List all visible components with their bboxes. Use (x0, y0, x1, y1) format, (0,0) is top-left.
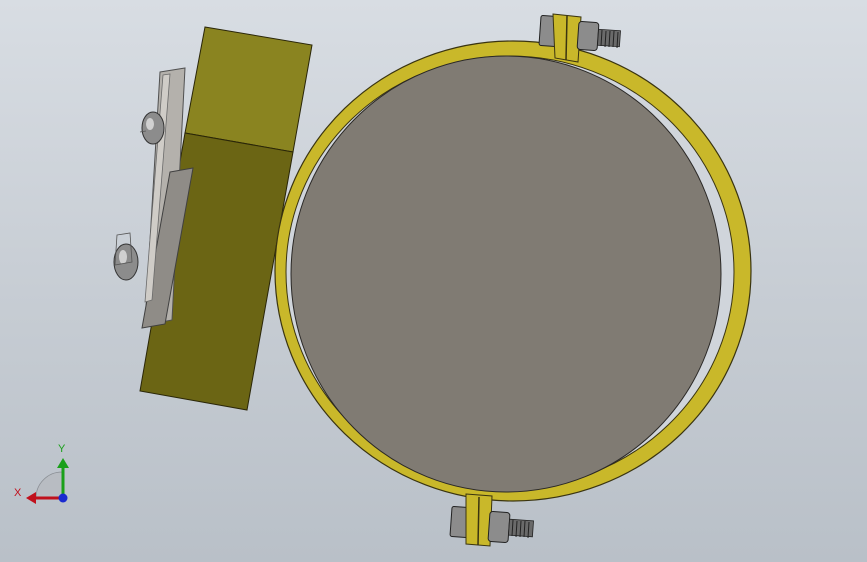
triad-y-arrowhead-icon (57, 458, 69, 468)
bracket-bolt-head-lower-shine (119, 250, 127, 264)
triad-z-axis-icon (58, 493, 68, 503)
triad-x-arrowhead-icon (26, 492, 36, 504)
clamp-lug-top-thread (597, 28, 621, 49)
triad-plane-arc (35, 471, 63, 499)
clamp-lug-bottom-bolt-head (487, 511, 511, 543)
clamp-lug-top-gap (565, 15, 568, 61)
clamp-lug-bottom-thread (508, 518, 534, 539)
bracket-bolt-head-upper-shine (146, 118, 154, 130)
bracket-bolt-head-upper (141, 111, 165, 145)
mounting-block-top-face (184, 26, 313, 153)
model-view[interactable] (0, 0, 867, 562)
bracket-bolt-head-lower (113, 243, 139, 281)
cylinder-body[interactable] (290, 55, 722, 493)
graphics-viewport[interactable]: X Y (0, 0, 867, 562)
clamp-lug-bottom-gap (477, 496, 480, 546)
clamp-lug-bottom[interactable] (449, 493, 534, 547)
reference-triad (26, 458, 69, 504)
clamp-lug-top-bolt-head (576, 21, 600, 51)
triad-x-label: X (14, 487, 22, 499)
triad-y-label: Y (58, 443, 66, 455)
